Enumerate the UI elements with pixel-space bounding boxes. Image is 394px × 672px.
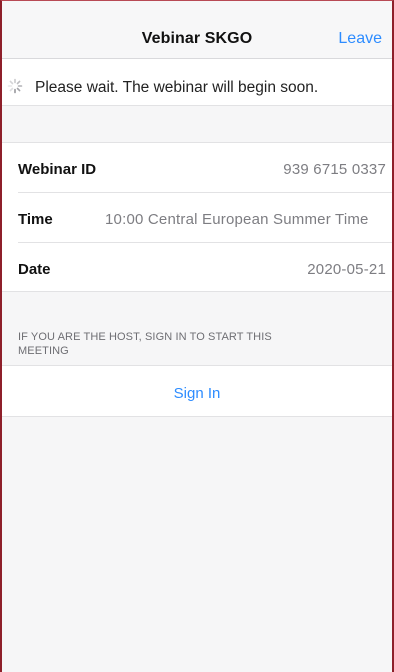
webinar-details-group: Webinar ID 939 6715 0337 Time 10:00 Cent… — [2, 142, 392, 292]
date-value: 2020-05-21 — [307, 261, 386, 278]
app-window: Vebinar SKGO Leave Please wait. The webi… — [0, 0, 394, 672]
page-title: Vebinar SKGO — [141, 30, 253, 47]
sign-in-button[interactable]: Sign In — [2, 365, 392, 417]
host-sign-in-note: IF YOU ARE THE HOST, SIGN IN TO START TH… — [18, 331, 272, 357]
loading-spinner-icon — [7, 78, 23, 94]
waiting-status-row: Please wait. The webinar will begin soon… — [2, 59, 392, 106]
webinar-id-value: 939 6715 0337 — [283, 161, 386, 178]
time-label: Time — [18, 211, 53, 228]
leave-button[interactable]: Leave — [338, 30, 382, 48]
webinar-id-label: Webinar ID — [18, 161, 97, 178]
date-row: Date 2020-05-21 — [2, 243, 392, 292]
time-value: 10:00 Central European Summer Time — [105, 211, 369, 228]
webinar-id-row: Webinar ID 939 6715 0337 — [2, 143, 392, 192]
time-row: Time 10:00 Central European Summer Time — [2, 193, 392, 242]
date-label: Date — [18, 261, 51, 278]
sign-in-label[interactable]: Sign In — [2, 385, 392, 402]
waiting-message: Please wait. The webinar will begin soon… — [35, 79, 319, 96]
navigation-bar: Vebinar SKGO Leave — [2, 1, 392, 59]
